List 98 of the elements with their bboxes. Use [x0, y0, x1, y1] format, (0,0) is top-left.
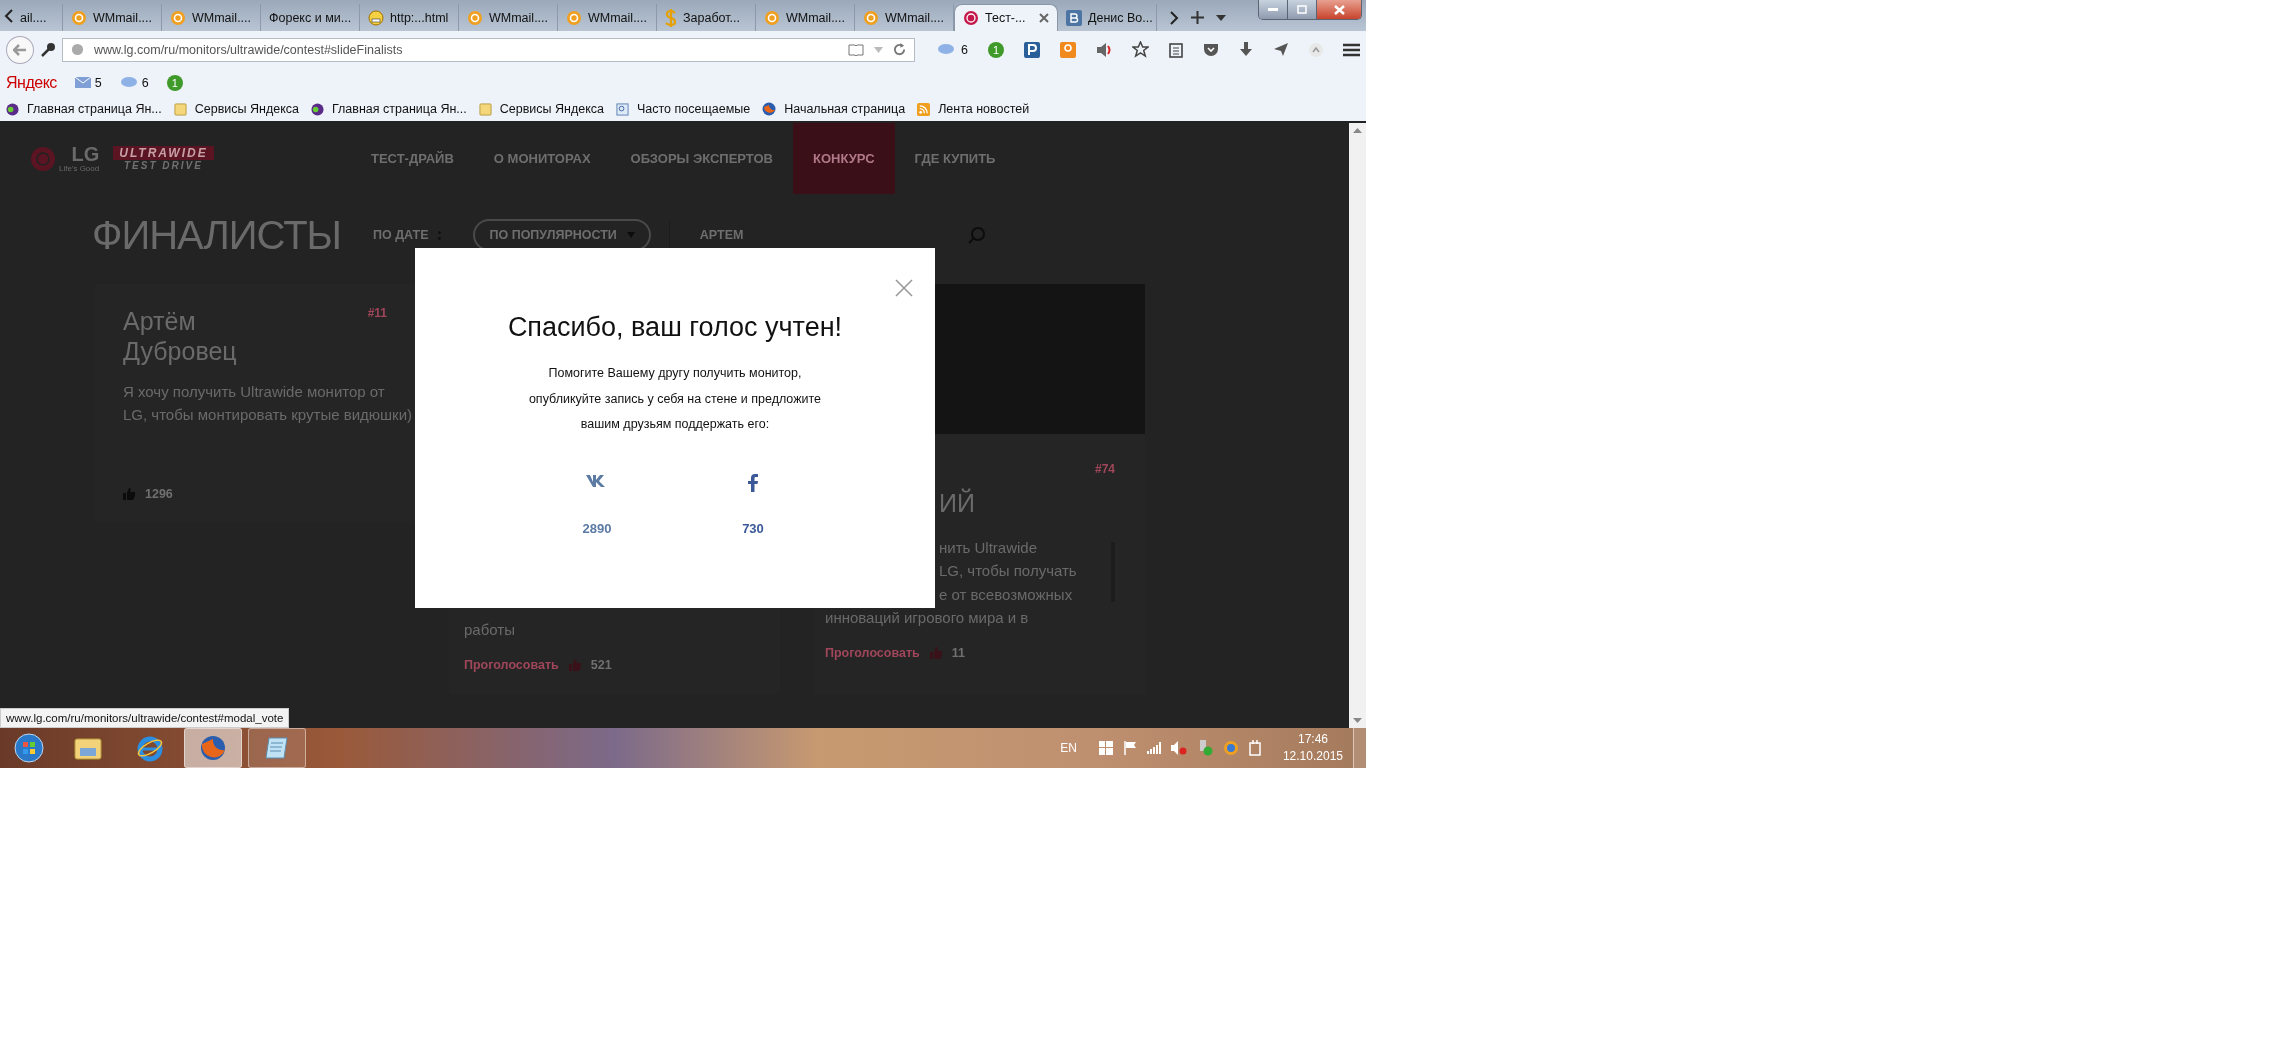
key-icon[interactable]	[39, 41, 56, 58]
chevron-left-icon[interactable]	[4, 8, 14, 23]
browser-logo-icon	[199, 734, 227, 762]
bookmark[interactable]: Начальная страница	[762, 102, 906, 116]
minimize-button[interactable]	[1259, 0, 1288, 19]
plus-icon[interactable]	[1191, 11, 1204, 24]
dialog-title: Спасибо, ваш голос учтен!	[507, 312, 843, 343]
like-count: 11	[951, 646, 965, 660]
chevron-up-icon[interactable]	[1309, 42, 1323, 57]
signal-icon[interactable]	[1146, 742, 1161, 754]
reader-icon[interactable]	[848, 43, 865, 56]
clock[interactable]: 17:46 12.10.2015	[1282, 731, 1343, 765]
globe-icon	[70, 43, 84, 56]
folder-icon	[173, 102, 187, 116]
rss-icon	[917, 102, 931, 116]
mail-icon	[71, 9, 87, 26]
weather-count: 6	[961, 42, 968, 57]
arrow-up-icon[interactable]	[1353, 128, 1362, 133]
bookmark[interactable]: Лента новостей	[917, 102, 1030, 116]
mail-icon	[467, 9, 483, 26]
parking-icon[interactable]	[1024, 41, 1040, 58]
browser-logo-icon	[762, 102, 777, 116]
finalist-description: работы	[464, 619, 516, 640]
browser-tab[interactable]: Тест-...	[954, 4, 1058, 31]
person-icon[interactable]	[1060, 41, 1076, 58]
nav-item[interactable]: КОНКУРС	[793, 123, 895, 194]
share-button[interactable]: 730	[703, 473, 803, 536]
ie-icon	[136, 734, 164, 762]
address-field[interactable]: www.lg.com/ru/monitors/ultrawide/contest#slideFinalists	[61, 37, 916, 62]
flag-icon[interactable]	[1122, 741, 1137, 755]
star-icon[interactable]	[1132, 41, 1149, 58]
pocket-icon[interactable]	[1203, 42, 1219, 57]
mail-icon[interactable]	[74, 77, 91, 88]
mail-count: 5	[94, 75, 102, 90]
globe-icon	[6, 102, 19, 116]
finalist-description: нить Ultrawide	[938, 538, 1039, 558]
menu-icon[interactable]	[1343, 42, 1360, 57]
maximize-icon	[1297, 5, 1307, 14]
send-icon[interactable]	[1273, 42, 1289, 57]
notification-badge[interactable]: 1	[166, 74, 183, 91]
maximize-button[interactable]	[1288, 0, 1317, 19]
magnifier-icon	[616, 102, 629, 116]
close-icon[interactable]	[895, 279, 913, 297]
facebook-icon	[748, 473, 758, 492]
mail-icon	[566, 9, 582, 26]
arrow-down-icon[interactable]	[1353, 718, 1362, 723]
vk-icon	[1066, 9, 1082, 26]
rank-label: #11	[367, 306, 387, 320]
share-button[interactable]: 2890	[547, 473, 647, 536]
mail-icon	[170, 9, 186, 26]
clipboard-icon[interactable]	[1169, 41, 1183, 58]
download-icon[interactable]	[1239, 42, 1253, 57]
bookmark[interactable]: Главная страница Ян...	[311, 102, 467, 116]
taskbar-app[interactable]	[248, 728, 306, 768]
folder-icon	[74, 736, 102, 760]
smiley-icon	[368, 9, 384, 26]
speaker-icon[interactable]	[1096, 41, 1112, 58]
rank-label: #74	[1094, 462, 1115, 476]
notification-badge[interactable]: 1	[988, 41, 1004, 58]
logo-icon	[963, 10, 979, 26]
bookmark[interactable]: Часто посещаемые	[616, 102, 751, 116]
like-count: 521	[590, 658, 612, 672]
finalist-description: LG, чтобы получать	[938, 561, 1078, 582]
mail-icon	[764, 9, 780, 26]
minimize-icon	[1268, 8, 1278, 11]
bookmark[interactable]: Сервисы Яндекса	[478, 102, 604, 116]
weather-count: 6	[141, 75, 149, 90]
scrollbar[interactable]	[1349, 123, 1366, 728]
dropdown-icon[interactable]	[1216, 14, 1226, 21]
finalist-description: Я хочу получить Ultrawide монитор от LG, чтобы монтировать крутые видюшки)	[123, 382, 413, 426]
speaker-muted-icon[interactable]	[1170, 741, 1187, 755]
globe-icon	[311, 102, 324, 116]
finalist-description: е от всевозможных	[938, 584, 1074, 605]
arrow-left-icon	[13, 43, 27, 56]
close-button[interactable]	[1317, 0, 1361, 19]
close-icon[interactable]	[1039, 13, 1049, 23]
finalist-name: ИЙ	[938, 488, 976, 518]
notepad-icon	[264, 735, 290, 761]
bookmark[interactable]: Главная страница Ян...	[6, 102, 162, 116]
chevron-right-icon[interactable]	[1169, 10, 1179, 25]
like-count: 1296	[145, 487, 173, 501]
windows-icon[interactable]	[1098, 741, 1113, 755]
taskbar-app[interactable]	[184, 728, 242, 768]
dialog-text: Помогите Вашему другу получить монитор, опубликуйте запись у себя на стене и предложите вашим друзьям поддержать его:	[527, 365, 823, 433]
reload-icon[interactable]	[893, 43, 907, 56]
vk-icon	[586, 473, 608, 487]
yandex-logo[interactable]: Яндекс	[6, 73, 57, 92]
back-button[interactable]	[6, 35, 34, 64]
finalist-description: инноваций игрового мира и в	[825, 607, 1030, 628]
finalist-name: Артём Дубровец	[123, 306, 238, 366]
dollar-icon	[665, 8, 677, 27]
page-heading: ФИНАЛИСТЫ	[92, 212, 341, 258]
close-icon	[1333, 4, 1345, 15]
thumbs-up-icon	[123, 488, 135, 500]
mail-icon	[863, 9, 879, 26]
bookmark[interactable]: Сервисы Яндекса	[173, 102, 299, 116]
folder-icon	[478, 102, 492, 116]
power-plug-icon[interactable]	[1248, 740, 1263, 756]
